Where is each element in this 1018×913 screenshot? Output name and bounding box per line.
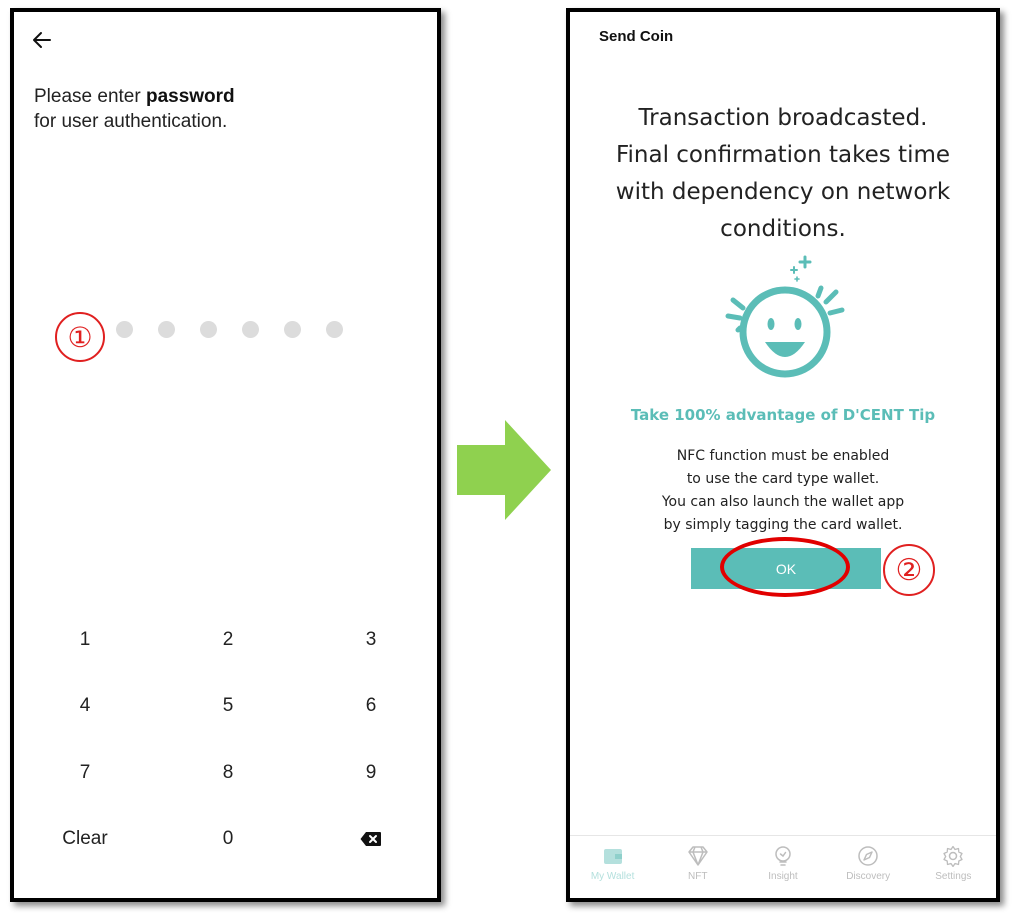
pin-dot (158, 321, 175, 338)
prompt-bold-text: password (145, 86, 235, 107)
tab-label: Discovery (846, 871, 891, 882)
key-5[interactable]: 5 (178, 681, 278, 731)
step-2-marker: ② (883, 544, 935, 596)
backspace-icon (360, 832, 381, 846)
tab-insight[interactable]: Insight (743, 836, 823, 898)
message-line: with dependency on network (615, 179, 951, 205)
key-4[interactable]: 4 (35, 681, 135, 731)
prompt-text: Please enter (34, 86, 146, 107)
key-2[interactable]: 2 (178, 615, 278, 665)
tab-label: Insight (768, 871, 798, 882)
tab-discovery[interactable]: Discovery (828, 836, 908, 898)
tip-line: NFC function must be enabled (676, 448, 890, 464)
tab-my-wallet[interactable]: My Wallet (573, 836, 653, 898)
clear-key[interactable]: Clear (35, 814, 135, 864)
pin-dots (116, 321, 343, 338)
tip-line: by simply tagging the card wallet. (663, 517, 903, 533)
tab-label: Settings (935, 871, 972, 882)
smiley-face-icon (725, 255, 845, 378)
key-3[interactable]: 3 (321, 615, 421, 665)
tab-label: My Wallet (590, 871, 635, 882)
broadcast-message: Transaction broadcasted. Final confirmat… (570, 100, 996, 248)
tip-body: NFC function must be enabled to use the … (570, 445, 996, 537)
tab-settings[interactable]: Settings (913, 836, 993, 898)
tip-line: to use the card type wallet. (686, 471, 880, 487)
ok-button[interactable]: OK (691, 548, 881, 589)
screen-title: Send Coin (599, 28, 674, 45)
key-8[interactable]: 8 (178, 748, 278, 798)
compass-icon (858, 846, 878, 866)
key-0[interactable]: 0 (178, 814, 278, 864)
bottom-tab-bar: My Wallet NFT Insight Discovery Settings (570, 835, 996, 898)
message-line: Transaction broadcasted. (638, 105, 928, 131)
backspace-key[interactable] (321, 814, 421, 864)
next-step-arrow-icon (457, 420, 551, 520)
message-line: Final confirmation takes time (615, 142, 951, 168)
password-prompt: Please enter password for user authentic… (34, 84, 235, 134)
gear-icon (943, 845, 963, 867)
password-screen: Please enter password for user authentic… (10, 8, 441, 902)
pin-dot (200, 321, 217, 338)
wallet-icon (603, 849, 622, 864)
message-line: conditions. (720, 216, 846, 242)
tip-title: Take 100% advantage of D'CENT Tip (630, 406, 936, 424)
tip-line: You can also launch the wallet app (661, 494, 905, 510)
back-arrow-icon[interactable] (30, 28, 54, 52)
send-coin-screen: Send Coin Transaction broadcasted. Final… (566, 8, 1000, 902)
tab-nft[interactable]: NFT (658, 836, 738, 898)
tab-label: NFT (688, 871, 708, 882)
pin-dot (116, 321, 133, 338)
pin-dot (242, 321, 259, 338)
lightbulb-icon (775, 846, 791, 866)
prompt-line-2: for user authentication. (34, 111, 228, 132)
key-7[interactable]: 7 (35, 748, 135, 798)
key-1[interactable]: 1 (35, 615, 135, 665)
step-1-marker: ① (55, 312, 105, 362)
key-6[interactable]: 6 (321, 681, 421, 731)
key-9[interactable]: 9 (321, 748, 421, 798)
pin-dot (326, 321, 343, 338)
pin-dot (284, 321, 301, 338)
diamond-icon (688, 846, 708, 866)
